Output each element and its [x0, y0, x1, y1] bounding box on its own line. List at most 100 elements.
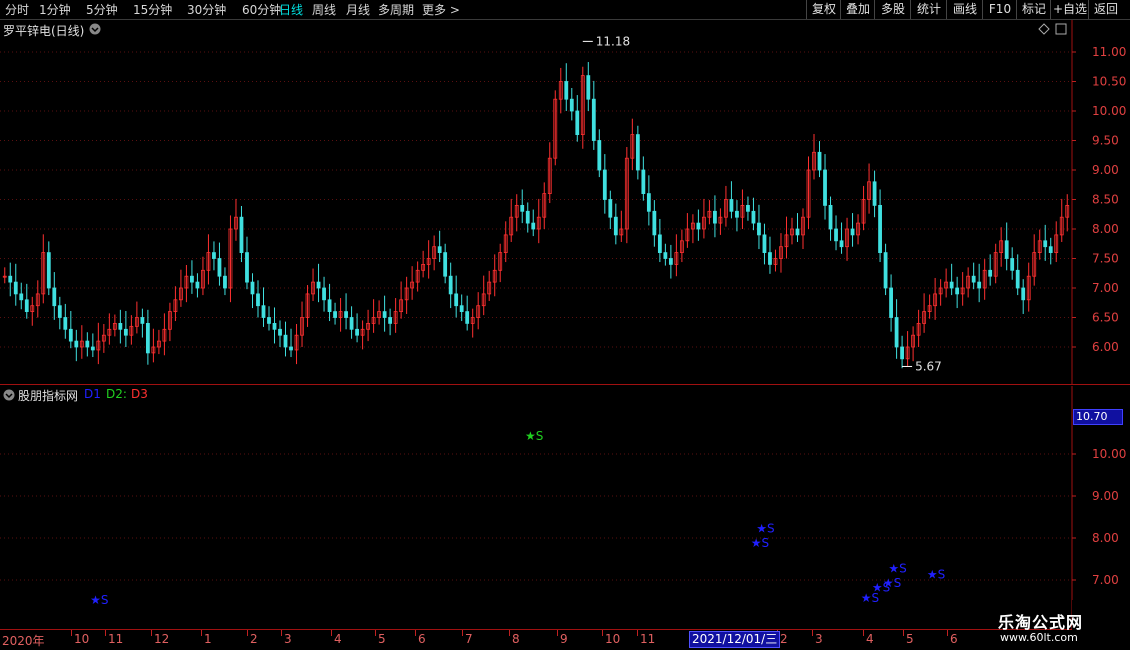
candle-body [872, 181, 877, 206]
y-tick-label: 10.00 [1092, 447, 1126, 461]
low-label: 5.67 [915, 359, 942, 373]
chevron-down-icon[interactable] [89, 23, 101, 35]
candle-body [1048, 246, 1053, 253]
tab-weekly[interactable]: 周线 [312, 2, 336, 18]
add-favorite-button[interactable]: +自选 [1050, 0, 1089, 19]
candle-body [256, 293, 260, 307]
signal-marker: ★S [888, 561, 906, 575]
candle-body [322, 287, 326, 301]
candle-body [828, 204, 833, 230]
candle-body [569, 98, 574, 112]
time-axis-label: 11 [640, 632, 656, 646]
tab-monthly[interactable]: 月线 [346, 2, 370, 18]
panel-divider[interactable] [0, 384, 1130, 385]
tab-15min[interactable]: 15分钟 [133, 2, 172, 18]
kline-chart[interactable]: 11.00 10.50 10.00 9.50 9.00 8.50 8.00 7.50 7.00 6… [0, 20, 1130, 385]
candle-body [1021, 287, 1026, 301]
fuquan-button[interactable]: 复权 [806, 0, 841, 19]
candle-body [1015, 269, 1020, 289]
time-axis-label: 5 [378, 632, 386, 646]
time-axis-label: 3 [284, 632, 292, 646]
candle-body [520, 204, 525, 212]
time-axis-label: 4 [866, 632, 874, 646]
candle-body [388, 317, 393, 324]
tab-30min[interactable]: 30分钟 [187, 2, 226, 18]
panel-controls-icon[interactable] [1038, 23, 1068, 35]
tab-daily[interactable]: 日线 [279, 2, 303, 18]
time-axis-label: 11 [108, 632, 124, 646]
y-tick-label: 9.00 [1092, 163, 1119, 177]
candle-body [437, 246, 442, 253]
candle-body [245, 252, 249, 283]
candle-body [663, 252, 668, 259]
time-axis-label: 7 [465, 632, 473, 646]
candle-body [531, 222, 536, 230]
signal-marker: ★S [525, 429, 543, 443]
y-tick-label: 10.00 [1092, 104, 1126, 118]
y-tick-label: 6.50 [1092, 311, 1119, 325]
candle-body [123, 328, 128, 336]
time-axis-label: 12 [154, 632, 170, 646]
candle-body [850, 228, 855, 236]
candle-body [349, 317, 354, 330]
indicator-chart[interactable]: 10.009.008.007.00★S★S★S★S★S★S★S★S ★S [0, 386, 1130, 630]
candle-body [19, 293, 24, 301]
tab-1min[interactable]: 1分钟 [39, 2, 71, 18]
candle-body [971, 275, 976, 283]
y-tick-label: 7.00 [1092, 573, 1119, 587]
candle-body [217, 258, 222, 277]
mark-button[interactable]: 标记 [1016, 0, 1051, 19]
chevron-down-icon[interactable] [3, 389, 15, 401]
candle-body [823, 169, 827, 206]
candle-body [608, 199, 613, 218]
candle-body [90, 346, 95, 351]
back-button[interactable]: 返回 [1088, 0, 1123, 19]
signal-marker: ★S [90, 593, 108, 607]
candle-body [316, 281, 321, 289]
candle-body [883, 252, 888, 289]
watermark-url: www.60lt.com [1000, 631, 1078, 644]
time-axis-separator [637, 630, 638, 636]
multi-stock-button[interactable]: 多股 [874, 0, 911, 19]
time-axis-label: 2 [780, 632, 788, 646]
tab-fenshi[interactable]: 分时 [5, 2, 29, 18]
candle-body [382, 311, 387, 318]
candle-body [525, 210, 530, 224]
time-axis: 2020年 10 11 12 1 2 3 4 5 6 7 8 9 10 11 2 3 4 5 6 [0, 630, 1072, 650]
candle-body [1004, 240, 1009, 259]
time-axis-label: 10 [74, 632, 90, 646]
candle-body [261, 305, 266, 318]
candle-body [46, 252, 51, 289]
time-axis-label: 2020年 [2, 634, 45, 648]
candle-body [762, 234, 767, 253]
indicator-line-d3: D3 [131, 387, 148, 401]
candle-body [267, 317, 271, 324]
candle-body [52, 287, 57, 307]
time-axis-separator [863, 630, 864, 636]
draw-line-button[interactable]: 画线 [946, 0, 983, 19]
y-tick-label: 8.00 [1092, 222, 1119, 236]
stock-title: 罗平锌电(日线) [3, 24, 85, 38]
time-axis-label: 8 [512, 632, 520, 646]
signal-marker: ★S [751, 536, 769, 550]
candle-body [641, 169, 646, 195]
candle-body [746, 204, 750, 212]
candle-body [635, 134, 640, 171]
tab-more[interactable]: 更多 > [422, 2, 460, 18]
candle-body [834, 228, 838, 242]
candle-body [74, 340, 79, 348]
y-tick-label: 7.50 [1092, 252, 1119, 266]
tab-5min[interactable]: 5分钟 [86, 2, 118, 18]
f10-button[interactable]: F10 [982, 0, 1017, 19]
time-axis-separator [331, 630, 332, 636]
candle-body [289, 346, 293, 351]
candle-body [278, 328, 282, 336]
tab-multi-period[interactable]: 多周期 [378, 2, 414, 18]
candle-body [657, 234, 662, 253]
y-tick-label: 11.00 [1092, 45, 1126, 59]
tab-60min[interactable]: 60分钟 [242, 2, 281, 18]
candle-body [8, 275, 13, 283]
indicator-line-d1: D1 [84, 387, 101, 401]
overlay-button[interactable]: 叠加 [840, 0, 875, 19]
statistics-button[interactable]: 统计 [910, 0, 947, 19]
